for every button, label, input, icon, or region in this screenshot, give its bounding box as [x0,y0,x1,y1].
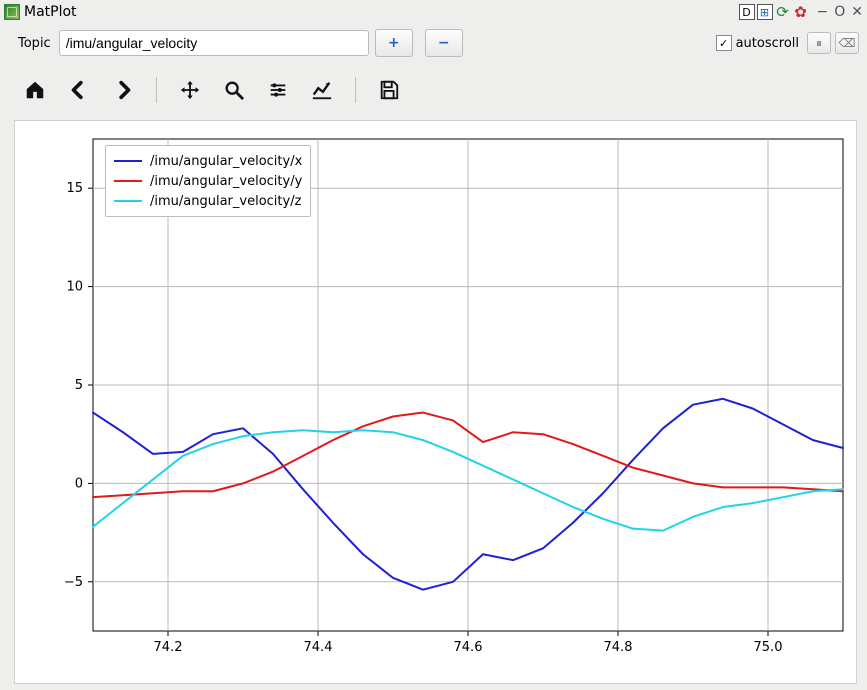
mpl-toolbar [0,62,867,118]
topic-label: Topic [18,36,51,51]
pan-icon[interactable] [177,77,203,103]
legend-label: /imu/angular_velocity/y [150,174,302,189]
window-close[interactable]: ✕ [851,4,863,20]
legend-entry: /imu/angular_velocity/z [114,191,302,211]
legend-label: /imu/angular_velocity/z [150,194,301,209]
plot-container: 74.2 74.4 74.6 74.8 75.0 −5 0 5 10 15 /imu/angula… [14,120,857,684]
legend-swatch [114,160,142,162]
toolbar-right-group: ✓ autoscroll ⏸ ⌫ [716,32,859,54]
autoscroll-checkbox[interactable]: ✓ [716,35,732,51]
pause-button[interactable]: ⏸ [807,32,831,54]
toolbar-separator-2 [355,77,356,103]
xtick-label: 75.0 [754,640,783,655]
xtick-label: 74.4 [304,640,333,655]
legend-swatch [114,200,142,202]
clear-button[interactable]: ⌫ [835,32,859,54]
ytick-label: 15 [66,181,83,196]
titlebar-help-icon[interactable]: ✿ [793,4,809,20]
add-topic-button[interactable]: + [375,29,413,57]
legend: /imu/angular_velocity/x/imu/angular_velo… [105,145,311,217]
remove-topic-button[interactable]: − [425,29,463,57]
forward-icon[interactable] [110,77,136,103]
legend-label: /imu/angular_velocity/x [150,154,302,169]
legend-swatch [114,180,142,182]
app-icon [4,4,20,20]
toolbar-separator [156,77,157,103]
home-icon[interactable] [22,77,48,103]
zoom-icon[interactable] [221,77,247,103]
window-minimize[interactable]: − [817,4,829,20]
autoscroll-label: autoscroll [736,36,799,51]
window-title: MatPlot [24,4,77,20]
ytick-label: −5 [64,575,83,590]
xtick-label: 74.8 [604,640,633,655]
topic-input[interactable] [59,30,369,56]
titlebar-grid-icon[interactable]: ⊞ [757,4,773,20]
window-maximize[interactable]: O [834,4,845,20]
ytick-label: 0 [75,476,83,491]
window-titlebar: MatPlot D ⊞ ⟳ ✿ − O ✕ [0,0,867,24]
topic-toolbar: Topic + − ✓ autoscroll ⏸ ⌫ [0,24,867,62]
xtick-label: 74.6 [454,640,483,655]
window-controls: − O ✕ [817,4,864,20]
edit-icon[interactable] [309,77,335,103]
legend-entry: /imu/angular_velocity/x [114,151,302,171]
back-icon[interactable] [66,77,92,103]
titlebar-refresh-icon[interactable]: ⟳ [775,4,791,20]
titlebar-d-icon[interactable]: D [739,4,755,20]
xtick-label: 74.2 [154,640,183,655]
legend-entry: /imu/angular_velocity/y [114,171,302,191]
ytick-label: 5 [75,378,83,393]
ytick-label: 10 [66,280,83,295]
save-icon[interactable] [376,77,402,103]
titlebar-plugin-icons: D ⊞ ⟳ ✿ [739,4,809,20]
subplots-icon[interactable] [265,77,291,103]
